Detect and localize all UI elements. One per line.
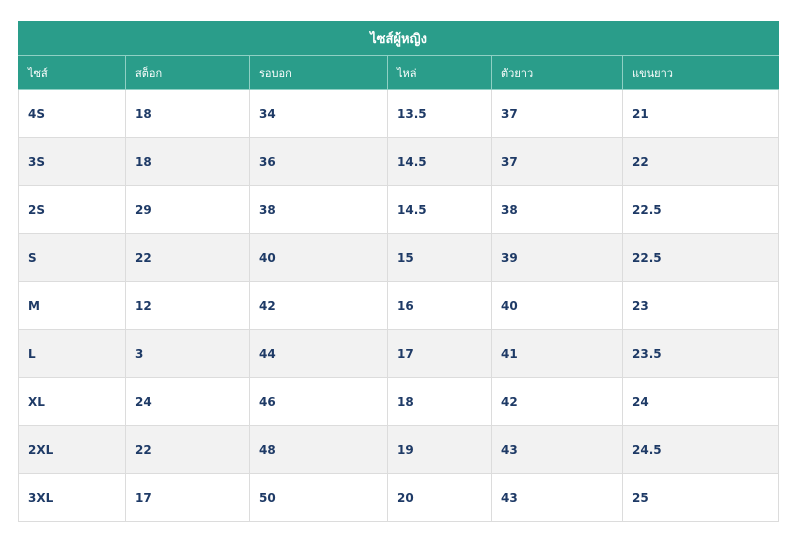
cell-size: 3S xyxy=(18,137,126,186)
cell-size: M xyxy=(18,281,126,330)
cell-shoulder: 20 xyxy=(387,473,492,522)
header-length: ตัวยาว xyxy=(491,55,623,90)
cell-sleeve: 22.5 xyxy=(621,185,780,234)
cell-size: XL xyxy=(18,377,126,426)
cell-stock: 22 xyxy=(125,233,250,282)
cell-chest: 40 xyxy=(249,233,388,282)
table-row: 3XL 17 50 20 43 25 xyxy=(18,473,780,522)
cell-stock: 18 xyxy=(125,137,250,186)
header-stock: สต็อก xyxy=(125,55,250,90)
table-title: ไซส์ผู้หญิง xyxy=(17,21,780,56)
cell-chest: 34 xyxy=(249,89,388,138)
cell-sleeve: 24 xyxy=(621,377,780,426)
table-row: M 12 42 16 40 23 xyxy=(18,281,780,330)
table-row: S 22 40 15 39 22.5 xyxy=(18,233,780,282)
table-row: 4S 18 34 13.5 37 21 xyxy=(18,89,780,138)
cell-stock: 3 xyxy=(125,329,250,378)
cell-length: 38 xyxy=(491,185,623,234)
cell-size: 4S xyxy=(18,89,126,138)
cell-size: L xyxy=(18,329,126,378)
cell-shoulder: 14.5 xyxy=(387,185,492,234)
cell-length: 40 xyxy=(491,281,623,330)
table-row: L 3 44 17 41 23.5 xyxy=(18,329,780,378)
cell-chest: 50 xyxy=(249,473,388,522)
cell-chest: 44 xyxy=(249,329,388,378)
header-row: ไซส์ สต็อก รอบอก ไหล่ ตัวยาว แขนยาว xyxy=(18,55,780,90)
cell-length: 37 xyxy=(491,137,623,186)
cell-length: 43 xyxy=(491,473,623,522)
cell-stock: 12 xyxy=(125,281,250,330)
cell-length: 37 xyxy=(491,89,623,138)
cell-shoulder: 18 xyxy=(387,377,492,426)
cell-length: 39 xyxy=(491,233,623,282)
cell-stock: 29 xyxy=(125,185,250,234)
header-size: ไซส์ xyxy=(18,55,126,90)
cell-shoulder: 15 xyxy=(387,233,492,282)
cell-shoulder: 19 xyxy=(387,425,492,474)
cell-chest: 36 xyxy=(249,137,388,186)
cell-length: 43 xyxy=(491,425,623,474)
cell-length: 42 xyxy=(491,377,623,426)
cell-size: 2XL xyxy=(18,425,126,474)
cell-size: S xyxy=(18,233,126,282)
cell-stock: 24 xyxy=(125,377,250,426)
header-shoulder: ไหล่ xyxy=(387,55,492,90)
cell-chest: 42 xyxy=(249,281,388,330)
cell-sleeve: 21 xyxy=(621,89,780,138)
cell-sleeve: 24.5 xyxy=(621,425,780,474)
table-row: 2S 29 38 14.5 38 22.5 xyxy=(18,185,780,234)
cell-stock: 22 xyxy=(125,425,250,474)
cell-shoulder: 17 xyxy=(387,329,492,378)
cell-sleeve: 25 xyxy=(621,473,780,522)
cell-sleeve: 23 xyxy=(621,281,780,330)
cell-size: 2S xyxy=(18,185,126,234)
cell-shoulder: 13.5 xyxy=(387,89,492,138)
cell-sleeve: 22 xyxy=(621,137,780,186)
cell-sleeve: 22.5 xyxy=(621,233,780,282)
cell-chest: 38 xyxy=(249,185,388,234)
cell-stock: 18 xyxy=(125,89,250,138)
title-row: ไซส์ผู้หญิง xyxy=(17,21,780,56)
size-chart-container: ไซส์ผู้หญิง ไซส์ สต็อก รอบอก ไหล่ ตัวยาว… xyxy=(17,21,780,522)
cell-stock: 17 xyxy=(125,473,250,522)
cell-shoulder: 16 xyxy=(387,281,492,330)
cell-shoulder: 14.5 xyxy=(387,137,492,186)
cell-chest: 48 xyxy=(249,425,388,474)
header-sleeve: แขนยาว xyxy=(621,55,780,90)
header-chest: รอบอก xyxy=(249,55,388,90)
table-row: 3S 18 36 14.5 37 22 xyxy=(18,137,780,186)
size-chart-table: ไซส์ผู้หญิง ไซส์ สต็อก รอบอก ไหล่ ตัวยาว… xyxy=(17,21,780,522)
table-row: 2XL 22 48 19 43 24.5 xyxy=(18,425,780,474)
cell-chest: 46 xyxy=(249,377,388,426)
cell-length: 41 xyxy=(491,329,623,378)
cell-size: 3XL xyxy=(18,473,126,522)
cell-sleeve: 23.5 xyxy=(621,329,780,378)
table-row: XL 24 46 18 42 24 xyxy=(18,377,780,426)
